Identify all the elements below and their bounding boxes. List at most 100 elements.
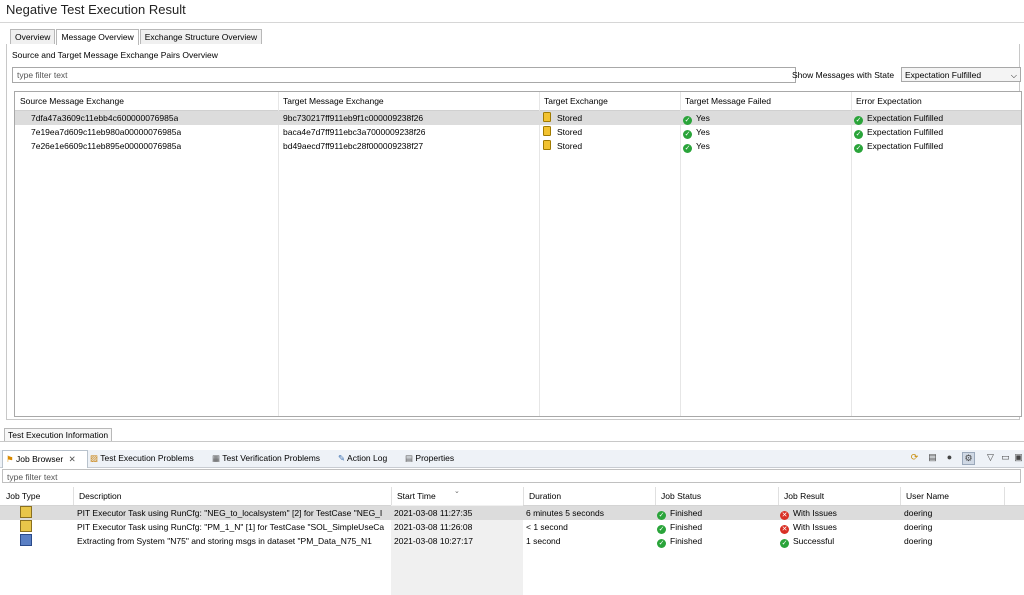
tab-test-verification-problems[interactable]: ▦ Test Verification Problems (212, 450, 320, 467)
table-row[interactable]: PIT Executor Task using RunCfg: "PM_1_N"… (0, 520, 1024, 534)
duration-cell: < 1 second (526, 522, 568, 532)
database-icon (543, 112, 551, 122)
tab-properties[interactable]: ▤ Properties (405, 450, 454, 467)
close-icon[interactable]: ✕ (69, 454, 76, 464)
job-browser-table: Job Type Description Start Time Duration… (0, 487, 1024, 595)
column-header-job-type[interactable]: Job Type (0, 487, 74, 505)
target-cell: baca4e7d7ff911ebc3a7000009238f26 (283, 127, 426, 137)
state-filter-label: Show Messages with State (792, 70, 895, 80)
column-header-source[interactable]: Source Message Exchange (15, 92, 124, 111)
result-value: With Issues (793, 522, 837, 532)
target-exchange-cell: Stored (543, 125, 582, 139)
check-icon: ✓ (657, 511, 666, 520)
tab-test-verification-problems-label: Test Verification Problems (222, 453, 321, 463)
description-cell: Extracting from System "N75" and storing… (77, 536, 372, 546)
user-cell: doering (904, 536, 933, 546)
result-value: Successful (793, 536, 835, 546)
tab-test-execution-information[interactable]: Test Execution Information (4, 428, 113, 442)
column-header-target-exchange[interactable]: Target Exchange (539, 92, 608, 111)
table-row[interactable]: 7dfa47a3609c11ebb4c600000076985a 9bc7302… (15, 111, 1021, 125)
section-subtitle: Source and Target Message Exchange Pairs… (12, 50, 218, 60)
failed-value: Yes (696, 141, 710, 151)
job-type-cell (20, 506, 32, 520)
job-type-cell (20, 520, 32, 534)
duration-cell: 1 second (526, 536, 561, 546)
check-icon: ✓ (657, 525, 666, 534)
target-exchange-value: Stored (557, 127, 583, 137)
source-cell: 7dfa47a3609c11ebb4c600000076985a (31, 113, 179, 123)
view-menu-icon[interactable]: ▽ (985, 452, 996, 463)
user-cell: doering (904, 508, 933, 518)
tab-action-log[interactable]: ✎ Action Log (338, 450, 387, 467)
status-cell: ✓ Finished (657, 520, 702, 534)
check-icon: ✓ (683, 144, 692, 153)
table-row[interactable]: Extracting from System "N75" and storing… (0, 534, 1024, 548)
tab-overview[interactable]: Overview (10, 29, 56, 44)
result-cell: ✓ Successful (780, 534, 834, 548)
tab-test-execution-problems[interactable]: ▨ Test Execution Problems (90, 450, 194, 467)
expectation-value: Expectation Fulfilled (867, 141, 944, 151)
failed-cell: ✓ Yes (683, 139, 710, 153)
filter-icon[interactable]: ⚙ (962, 452, 975, 465)
tab-action-log-label: Action Log (347, 453, 388, 463)
check-icon: ✓ (854, 116, 863, 125)
minimize-icon[interactable]: ▭ (1000, 452, 1011, 463)
check-icon: ✓ (780, 539, 789, 548)
message-filter-input[interactable]: type filter text (12, 67, 796, 83)
log-icon: ✎ (338, 453, 346, 463)
warning-icon: ▨ (90, 453, 99, 463)
table-row[interactable]: 7e26e1e6609c11eb895e00000076985a bd49aec… (15, 139, 1021, 153)
error-icon: ✕ (780, 511, 789, 520)
column-header-error-expectation[interactable]: Error Expectation (851, 92, 922, 111)
error-icon: ✕ (780, 525, 789, 534)
tab-job-browser[interactable]: ⚑ Job Browser ✕ (2, 450, 88, 468)
tab-message-overview[interactable]: Message Overview (56, 29, 139, 45)
column-header-duration[interactable]: Duration (523, 487, 656, 505)
source-cell: 7e26e1e6609c11eb895e00000076985a (31, 141, 182, 151)
divider (0, 441, 1024, 442)
executor-task-icon (20, 506, 32, 518)
state-filter-select[interactable]: Expectation Fulfilled ⌵ (901, 67, 1021, 82)
database-icon (543, 126, 551, 136)
column-header-user-name[interactable]: User Name (900, 487, 1005, 505)
failed-cell: ✓ Yes (683, 125, 710, 139)
failed-cell: ✓ Yes (683, 111, 710, 125)
result-value: With Issues (793, 508, 837, 518)
target-exchange-cell: Stored (543, 139, 582, 153)
column-header-target-failed[interactable]: Target Message Failed (680, 92, 771, 111)
title-divider (0, 22, 1024, 23)
expectation-cell: ✓ Expectation Fulfilled (854, 125, 943, 139)
tab-job-browser-label: Job Browser (16, 454, 64, 464)
table-row[interactable]: PIT Executor Task using RunCfg: "NEG_to_… (0, 506, 1024, 520)
chevron-down-icon: ⌵ (1010, 71, 1017, 80)
table-icon: ▦ (212, 453, 221, 463)
bottom-view-tabbar: ⚑ Job Browser ✕ ▨ Test Execution Problem… (0, 450, 1024, 468)
maximize-icon[interactable]: ▣ (1013, 452, 1024, 463)
tab-properties-label: Properties (415, 453, 455, 463)
expectation-value: Expectation Fulfilled (867, 113, 944, 123)
result-tabs: Overview Message Overview Exchange Struc… (10, 29, 263, 45)
start-time-cell: 2021-03-08 11:26:08 (394, 522, 473, 532)
status-cell: ✓ Finished (657, 534, 702, 548)
status-value: Finished (670, 522, 703, 532)
status-cell: ✓ Finished (657, 506, 702, 520)
tab-test-execution-problems-label: Test Execution Problems (100, 453, 194, 463)
column-header-job-status[interactable]: Job Status (655, 487, 779, 505)
refresh-icon[interactable]: ⟳ (909, 452, 920, 463)
flag-icon: ⚑ (6, 454, 14, 464)
job-filter-input[interactable]: type filter text (2, 469, 1021, 483)
document-icon[interactable]: ▤ (927, 452, 938, 463)
target-exchange-value: Stored (557, 141, 583, 151)
user-cell: doering (904, 522, 933, 532)
column-header-job-result[interactable]: Job Result (778, 487, 901, 505)
table-row[interactable]: 7e19ea7d609c11eb980a00000076985a baca4e7… (15, 125, 1021, 139)
check-icon: ✓ (854, 130, 863, 139)
description-cell: PIT Executor Task using RunCfg: "PM_1_N"… (77, 522, 385, 532)
column-header-description[interactable]: Description (73, 487, 392, 505)
stop-icon[interactable]: ● (944, 452, 955, 463)
source-cell: 7e19ea7d609c11eb980a00000076985a (31, 127, 182, 137)
tab-exchange-structure-overview[interactable]: Exchange Structure Overview (139, 29, 263, 44)
status-value: Finished (670, 508, 703, 518)
column-header-target[interactable]: Target Message Exchange (278, 92, 384, 111)
check-icon: ✓ (657, 539, 666, 548)
